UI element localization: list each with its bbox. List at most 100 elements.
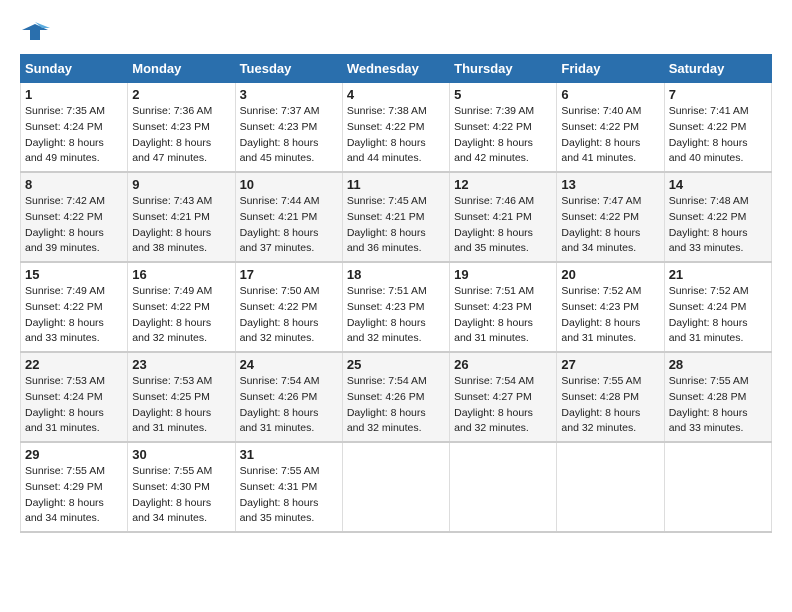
day-info: Sunrise: 7:47 AMSunset: 4:22 PMDaylight:… (561, 194, 659, 257)
calendar-cell: 16Sunrise: 7:49 AMSunset: 4:22 PMDayligh… (128, 262, 235, 352)
calendar-cell: 20 Sunrise: 7:52 AMSunset: 4:23 PMDayligh… (557, 262, 664, 352)
day-number: 24 (240, 357, 338, 372)
calendar-cell: 27 Sunrise: 7:55 AMSunset: 4:28 PMDayligh… (557, 352, 664, 442)
calendar-cell: 24 Sunrise: 7:54 AMSunset: 4:26 PMDayligh… (235, 352, 342, 442)
day-number: 25 (347, 357, 445, 372)
day-info: Sunrise: 7:38 AMSunset: 4:22 PMDaylight:… (347, 104, 445, 167)
day-info: Sunrise: 7:54 AMSunset: 4:26 PMDaylight:… (347, 374, 445, 437)
day-info: Sunrise: 7:52 AMSunset: 4:24 PMDaylight:… (669, 284, 767, 347)
day-number: 14 (669, 177, 767, 192)
calendar-cell: 3 Sunrise: 7:37 AMSunset: 4:23 PMDaylight… (235, 83, 342, 173)
calendar-cell: 23 Sunrise: 7:53 AMSunset: 4:25 PMDayligh… (128, 352, 235, 442)
week-row-4: 22Sunrise: 7:53 AMSunset: 4:24 PMDayligh… (21, 352, 772, 442)
day-info: Sunrise: 7:51 AMSunset: 4:23 PMDaylight:… (454, 284, 552, 347)
day-number: 27 (561, 357, 659, 372)
calendar-table: SundayMondayTuesdayWednesdayThursdayFrid… (20, 54, 772, 533)
day-number: 30 (132, 447, 230, 462)
column-header-monday: Monday (128, 55, 235, 83)
day-number: 2 (132, 87, 230, 102)
day-number: 28 (669, 357, 767, 372)
calendar-cell (557, 442, 664, 532)
column-header-friday: Friday (557, 55, 664, 83)
column-header-tuesday: Tuesday (235, 55, 342, 83)
calendar-cell: 22Sunrise: 7:53 AMSunset: 4:24 PMDayligh… (21, 352, 128, 442)
day-info: Sunrise: 7:53 AMSunset: 4:25 PMDaylight:… (132, 374, 230, 437)
calendar-cell: 2 Sunrise: 7:36 AMSunset: 4:23 PMDaylight… (128, 83, 235, 173)
week-row-5: 29 Sunrise: 7:55 AMSunset: 4:29 PMDayligh… (21, 442, 772, 532)
page-header (20, 20, 772, 44)
calendar-cell: 9 Sunrise: 7:43 AMSunset: 4:21 PMDaylight… (128, 172, 235, 262)
day-info: Sunrise: 7:42 AMSunset: 4:22 PMDaylight:… (25, 194, 123, 257)
week-row-3: 15 Sunrise: 7:49 AMSunset: 4:22 PMDayligh… (21, 262, 772, 352)
day-info: Sunrise: 7:41 AMSunset: 4:22 PMDaylight:… (669, 104, 767, 167)
day-info: Sunrise: 7:55 AMSunset: 4:31 PMDaylight:… (240, 464, 338, 527)
calendar-cell: 1Sunrise: 7:35 AMSunset: 4:24 PMDaylight… (21, 83, 128, 173)
day-number: 19 (454, 267, 552, 282)
day-info: Sunrise: 7:39 AMSunset: 4:22 PMDaylight:… (454, 104, 552, 167)
calendar-cell: 10 Sunrise: 7:44 AMSunset: 4:21 PMDayligh… (235, 172, 342, 262)
day-number: 4 (347, 87, 445, 102)
day-info: Sunrise: 7:52 AMSunset: 4:23 PMDaylight:… (561, 284, 659, 347)
calendar-cell: 4 Sunrise: 7:38 AMSunset: 4:22 PMDaylight… (342, 83, 449, 173)
calendar-cell (450, 442, 557, 532)
column-header-wednesday: Wednesday (342, 55, 449, 83)
calendar-cell: 26 Sunrise: 7:54 AMSunset: 4:27 PMDayligh… (450, 352, 557, 442)
day-number: 31 (240, 447, 338, 462)
day-info: Sunrise: 7:35 AMSunset: 4:24 PMDaylight:… (25, 104, 123, 167)
day-number: 6 (561, 87, 659, 102)
day-number: 10 (240, 177, 338, 192)
column-header-thursday: Thursday (450, 55, 557, 83)
day-info: Sunrise: 7:43 AMSunset: 4:21 PMDaylight:… (132, 194, 230, 257)
calendar-header-row: SundayMondayTuesdayWednesdayThursdayFrid… (21, 55, 772, 83)
calendar-cell: 12Sunrise: 7:46 AMSunset: 4:21 PMDayligh… (450, 172, 557, 262)
day-number: 11 (347, 177, 445, 192)
day-number: 20 (561, 267, 659, 282)
day-info: Sunrise: 7:54 AMSunset: 4:27 PMDaylight:… (454, 374, 552, 437)
calendar-cell: 21 Sunrise: 7:52 AMSunset: 4:24 PMDayligh… (664, 262, 771, 352)
day-number: 23 (132, 357, 230, 372)
week-row-1: 1Sunrise: 7:35 AMSunset: 4:24 PMDaylight… (21, 83, 772, 173)
day-info: Sunrise: 7:49 AMSunset: 4:22 PMDaylight:… (25, 284, 123, 347)
logo-icon (20, 20, 50, 44)
day-number: 7 (669, 87, 767, 102)
day-info: Sunrise: 7:55 AMSunset: 4:29 PMDaylight:… (25, 464, 123, 527)
day-number: 15 (25, 267, 123, 282)
day-info: Sunrise: 7:36 AMSunset: 4:23 PMDaylight:… (132, 104, 230, 167)
calendar-cell: 11 Sunrise: 7:45 AMSunset: 4:21 PMDayligh… (342, 172, 449, 262)
day-info: Sunrise: 7:48 AMSunset: 4:22 PMDaylight:… (669, 194, 767, 257)
calendar-cell: 5 Sunrise: 7:39 AMSunset: 4:22 PMDaylight… (450, 83, 557, 173)
day-number: 5 (454, 87, 552, 102)
day-info: Sunrise: 7:37 AMSunset: 4:23 PMDaylight:… (240, 104, 338, 167)
day-info: Sunrise: 7:55 AMSunset: 4:30 PMDaylight:… (132, 464, 230, 527)
day-number: 8 (25, 177, 123, 192)
logo (20, 20, 54, 44)
day-number: 26 (454, 357, 552, 372)
calendar-cell: 30 Sunrise: 7:55 AMSunset: 4:30 PMDayligh… (128, 442, 235, 532)
day-info: Sunrise: 7:45 AMSunset: 4:21 PMDaylight:… (347, 194, 445, 257)
calendar-cell: 14 Sunrise: 7:48 AMSunset: 4:22 PMDayligh… (664, 172, 771, 262)
day-info: Sunrise: 7:44 AMSunset: 4:21 PMDaylight:… (240, 194, 338, 257)
day-info: Sunrise: 7:49 AMSunset: 4:22 PMDaylight:… (132, 284, 230, 347)
calendar-cell: 13Sunrise: 7:47 AMSunset: 4:22 PMDayligh… (557, 172, 664, 262)
calendar-cell: 15 Sunrise: 7:49 AMSunset: 4:22 PMDayligh… (21, 262, 128, 352)
day-info: Sunrise: 7:55 AMSunset: 4:28 PMDaylight:… (669, 374, 767, 437)
day-number: 9 (132, 177, 230, 192)
day-number: 29 (25, 447, 123, 462)
day-info: Sunrise: 7:51 AMSunset: 4:23 PMDaylight:… (347, 284, 445, 347)
day-info: Sunrise: 7:55 AMSunset: 4:28 PMDaylight:… (561, 374, 659, 437)
calendar-cell (342, 442, 449, 532)
day-number: 3 (240, 87, 338, 102)
calendar-cell: 25 Sunrise: 7:54 AMSunset: 4:26 PMDayligh… (342, 352, 449, 442)
calendar-cell: 6 Sunrise: 7:40 AMSunset: 4:22 PMDaylight… (557, 83, 664, 173)
day-info: Sunrise: 7:54 AMSunset: 4:26 PMDaylight:… (240, 374, 338, 437)
day-number: 21 (669, 267, 767, 282)
calendar-cell: 29 Sunrise: 7:55 AMSunset: 4:29 PMDayligh… (21, 442, 128, 532)
column-header-saturday: Saturday (664, 55, 771, 83)
calendar-cell: 18Sunrise: 7:51 AMSunset: 4:23 PMDayligh… (342, 262, 449, 352)
day-info: Sunrise: 7:53 AMSunset: 4:24 PMDaylight:… (25, 374, 123, 437)
calendar-cell: 8 Sunrise: 7:42 AMSunset: 4:22 PMDaylight… (21, 172, 128, 262)
column-header-sunday: Sunday (21, 55, 128, 83)
calendar-cell (664, 442, 771, 532)
day-info: Sunrise: 7:40 AMSunset: 4:22 PMDaylight:… (561, 104, 659, 167)
calendar-cell: 31 Sunrise: 7:55 AMSunset: 4:31 PMDayligh… (235, 442, 342, 532)
